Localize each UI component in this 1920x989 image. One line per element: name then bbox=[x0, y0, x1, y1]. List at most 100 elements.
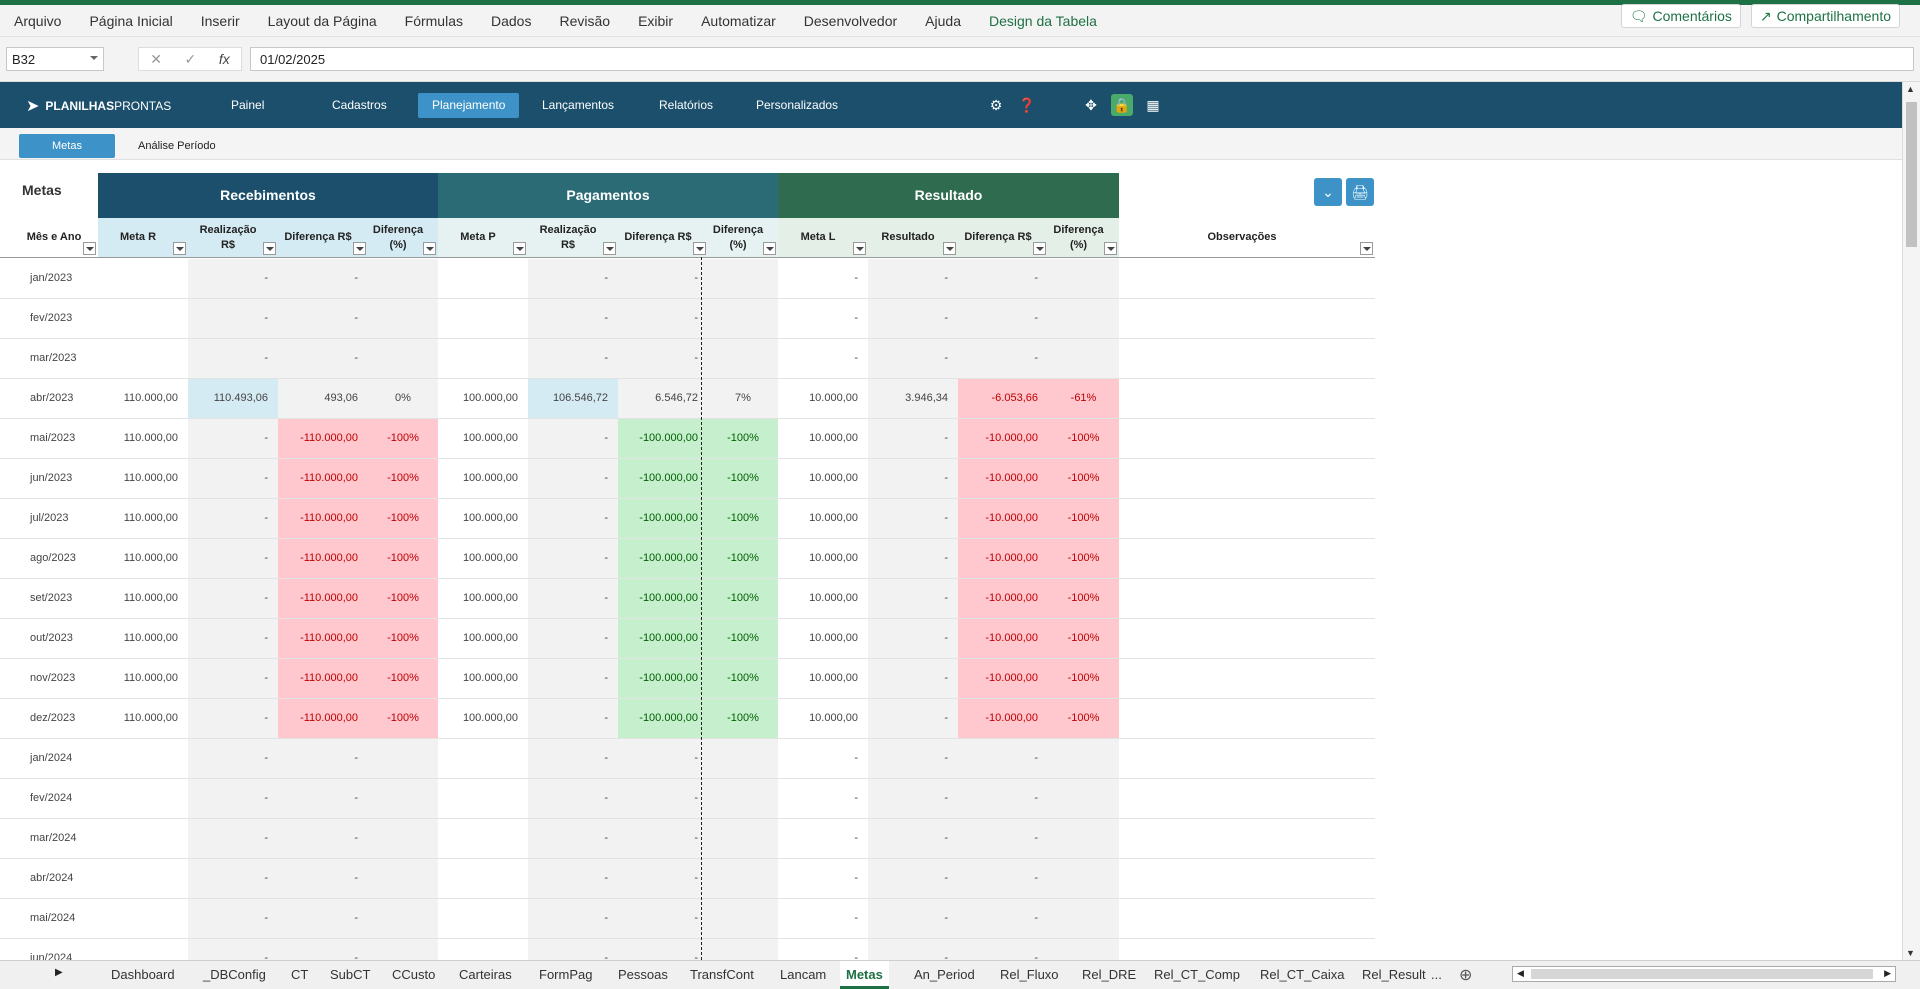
table-cell[interactable]: -100% bbox=[708, 579, 778, 618]
table-cell[interactable]: -100% bbox=[368, 499, 438, 538]
table-cell[interactable]: -100.000,00 bbox=[618, 499, 708, 538]
table-cell[interactable]: - bbox=[188, 899, 278, 938]
table-cell[interactable]: - bbox=[958, 859, 1048, 898]
filter-dropdown-icon[interactable] bbox=[603, 242, 616, 255]
table-cell[interactable] bbox=[1119, 259, 1375, 298]
table-cell[interactable]: - bbox=[188, 459, 278, 498]
table-cell[interactable]: - bbox=[958, 739, 1048, 778]
formula-input[interactable]: 01/02/2025 bbox=[250, 47, 1914, 71]
sheet-tab[interactable]: Carteiras bbox=[453, 961, 518, 989]
sheet-tab[interactable]: CT bbox=[285, 961, 314, 989]
table-cell[interactable]: 10.000,00 bbox=[778, 419, 868, 458]
table-cell[interactable] bbox=[1048, 339, 1119, 378]
table-cell[interactable] bbox=[368, 779, 438, 818]
table-cell[interactable]: - bbox=[278, 739, 368, 778]
table-cell[interactable]: - bbox=[188, 739, 278, 778]
table-cell[interactable] bbox=[1119, 859, 1375, 898]
print-button[interactable]: 🖨 bbox=[1346, 178, 1374, 206]
table-cell[interactable] bbox=[368, 859, 438, 898]
menu-item[interactable]: Revisão bbox=[559, 13, 610, 29]
filter-dropdown-icon[interactable] bbox=[423, 242, 436, 255]
table-cell[interactable]: - bbox=[188, 619, 278, 658]
table-cell[interactable]: - bbox=[618, 939, 708, 960]
table-cell[interactable] bbox=[98, 779, 188, 818]
table-cell[interactable]: - bbox=[528, 459, 618, 498]
table-cell[interactable]: -100% bbox=[368, 699, 438, 738]
sheet-tab[interactable]: TransfCont bbox=[684, 961, 760, 989]
table-cell[interactable]: - bbox=[528, 739, 618, 778]
table-cell[interactable]: -110.000,00 bbox=[278, 579, 368, 618]
table-cell[interactable]: - bbox=[188, 699, 278, 738]
table-cell[interactable]: 7% bbox=[708, 379, 778, 418]
table-cell[interactable]: - bbox=[188, 579, 278, 618]
table-cell[interactable]: - bbox=[528, 419, 618, 458]
table-cell[interactable]: - bbox=[528, 859, 618, 898]
table-cell[interactable]: -10.000,00 bbox=[958, 539, 1048, 578]
vertical-scrollbar[interactable]: ▲ ▼ bbox=[1902, 82, 1920, 960]
table-cell[interactable]: 110.000,00 bbox=[98, 459, 188, 498]
table-cell[interactable] bbox=[1119, 339, 1375, 378]
table-cell[interactable]: 10.000,00 bbox=[778, 699, 868, 738]
table-cell[interactable] bbox=[368, 739, 438, 778]
table-cell[interactable]: - bbox=[278, 859, 368, 898]
table-cell[interactable]: -110.000,00 bbox=[278, 659, 368, 698]
table-cell[interactable]: 0% bbox=[368, 379, 438, 418]
table-cell[interactable]: - bbox=[188, 259, 278, 298]
table-cell[interactable]: - bbox=[778, 859, 868, 898]
table-cell[interactable]: - bbox=[868, 299, 958, 338]
table-cell[interactable]: -100% bbox=[1048, 499, 1119, 538]
filter-dropdown-icon[interactable] bbox=[1360, 242, 1373, 255]
table-cell[interactable]: - bbox=[528, 499, 618, 538]
table-cell[interactable] bbox=[1119, 379, 1375, 418]
table-cell[interactable]: - bbox=[188, 939, 278, 960]
table-cell[interactable]: 6.546,72 bbox=[618, 379, 708, 418]
table-cell[interactable]: -10.000,00 bbox=[958, 499, 1048, 538]
table-cell[interactable]: 110.000,00 bbox=[98, 619, 188, 658]
table-cell[interactable]: -6.053,66 bbox=[958, 379, 1048, 418]
table-cell[interactable]: 100.000,00 bbox=[438, 539, 528, 578]
table-cell[interactable]: 110.493,06 bbox=[188, 379, 278, 418]
table-cell[interactable]: - bbox=[778, 299, 868, 338]
table-cell[interactable]: - bbox=[868, 259, 958, 298]
table-cell[interactable]: 110.000,00 bbox=[98, 379, 188, 418]
table-cell[interactable] bbox=[1119, 819, 1375, 858]
table-cell[interactable]: -100% bbox=[368, 459, 438, 498]
table-cell[interactable]: -100% bbox=[708, 699, 778, 738]
subnav-tab[interactable]: Análise Período bbox=[124, 134, 230, 158]
sheet-tab[interactable]: Pessoas bbox=[612, 961, 674, 989]
table-cell[interactable]: - bbox=[778, 939, 868, 960]
table-cell[interactable]: -100% bbox=[1048, 659, 1119, 698]
table-cell[interactable] bbox=[438, 739, 528, 778]
table-cell[interactable]: - bbox=[278, 259, 368, 298]
filter-dropdown-icon[interactable] bbox=[1104, 242, 1117, 255]
table-cell[interactable]: jul/2023 bbox=[20, 499, 98, 538]
table-cell[interactable] bbox=[438, 859, 528, 898]
table-cell[interactable]: - bbox=[958, 899, 1048, 938]
table-cell[interactable]: - bbox=[778, 899, 868, 938]
table-cell[interactable]: 106.546,72 bbox=[528, 379, 618, 418]
table-cell[interactable]: -100% bbox=[368, 539, 438, 578]
sheet-tab[interactable]: Rel_Result bbox=[1356, 961, 1432, 989]
table-cell[interactable] bbox=[1119, 459, 1375, 498]
table-cell[interactable]: -10.000,00 bbox=[958, 619, 1048, 658]
function-icon[interactable]: fx bbox=[219, 51, 230, 67]
menu-item[interactable]: Layout da Página bbox=[268, 13, 377, 29]
tab-next-icon[interactable]: ▶ bbox=[55, 967, 63, 978]
table-cell[interactable]: 110.000,00 bbox=[98, 419, 188, 458]
table-cell[interactable]: -100% bbox=[708, 499, 778, 538]
table-cell[interactable]: - bbox=[278, 339, 368, 378]
lock-icon[interactable]: 🔒 bbox=[1111, 94, 1133, 116]
menu-item[interactable]: Automatizar bbox=[701, 13, 776, 29]
table-cell[interactable]: 100.000,00 bbox=[438, 579, 528, 618]
table-cell[interactable] bbox=[708, 939, 778, 960]
table-cell[interactable]: -100.000,00 bbox=[618, 619, 708, 658]
sheet-tab[interactable]: FormPag bbox=[533, 961, 598, 989]
table-cell[interactable]: 110.000,00 bbox=[98, 499, 188, 538]
filter-dropdown-icon[interactable] bbox=[693, 242, 706, 255]
table-cell[interactable]: -10.000,00 bbox=[958, 579, 1048, 618]
menu-item[interactable]: Design da Tabela bbox=[989, 13, 1097, 29]
table-cell[interactable]: 100.000,00 bbox=[438, 459, 528, 498]
table-cell[interactable]: -110.000,00 bbox=[278, 699, 368, 738]
filter-dropdown-icon[interactable] bbox=[853, 242, 866, 255]
sheet-tab[interactable]: CCusto bbox=[386, 961, 441, 989]
